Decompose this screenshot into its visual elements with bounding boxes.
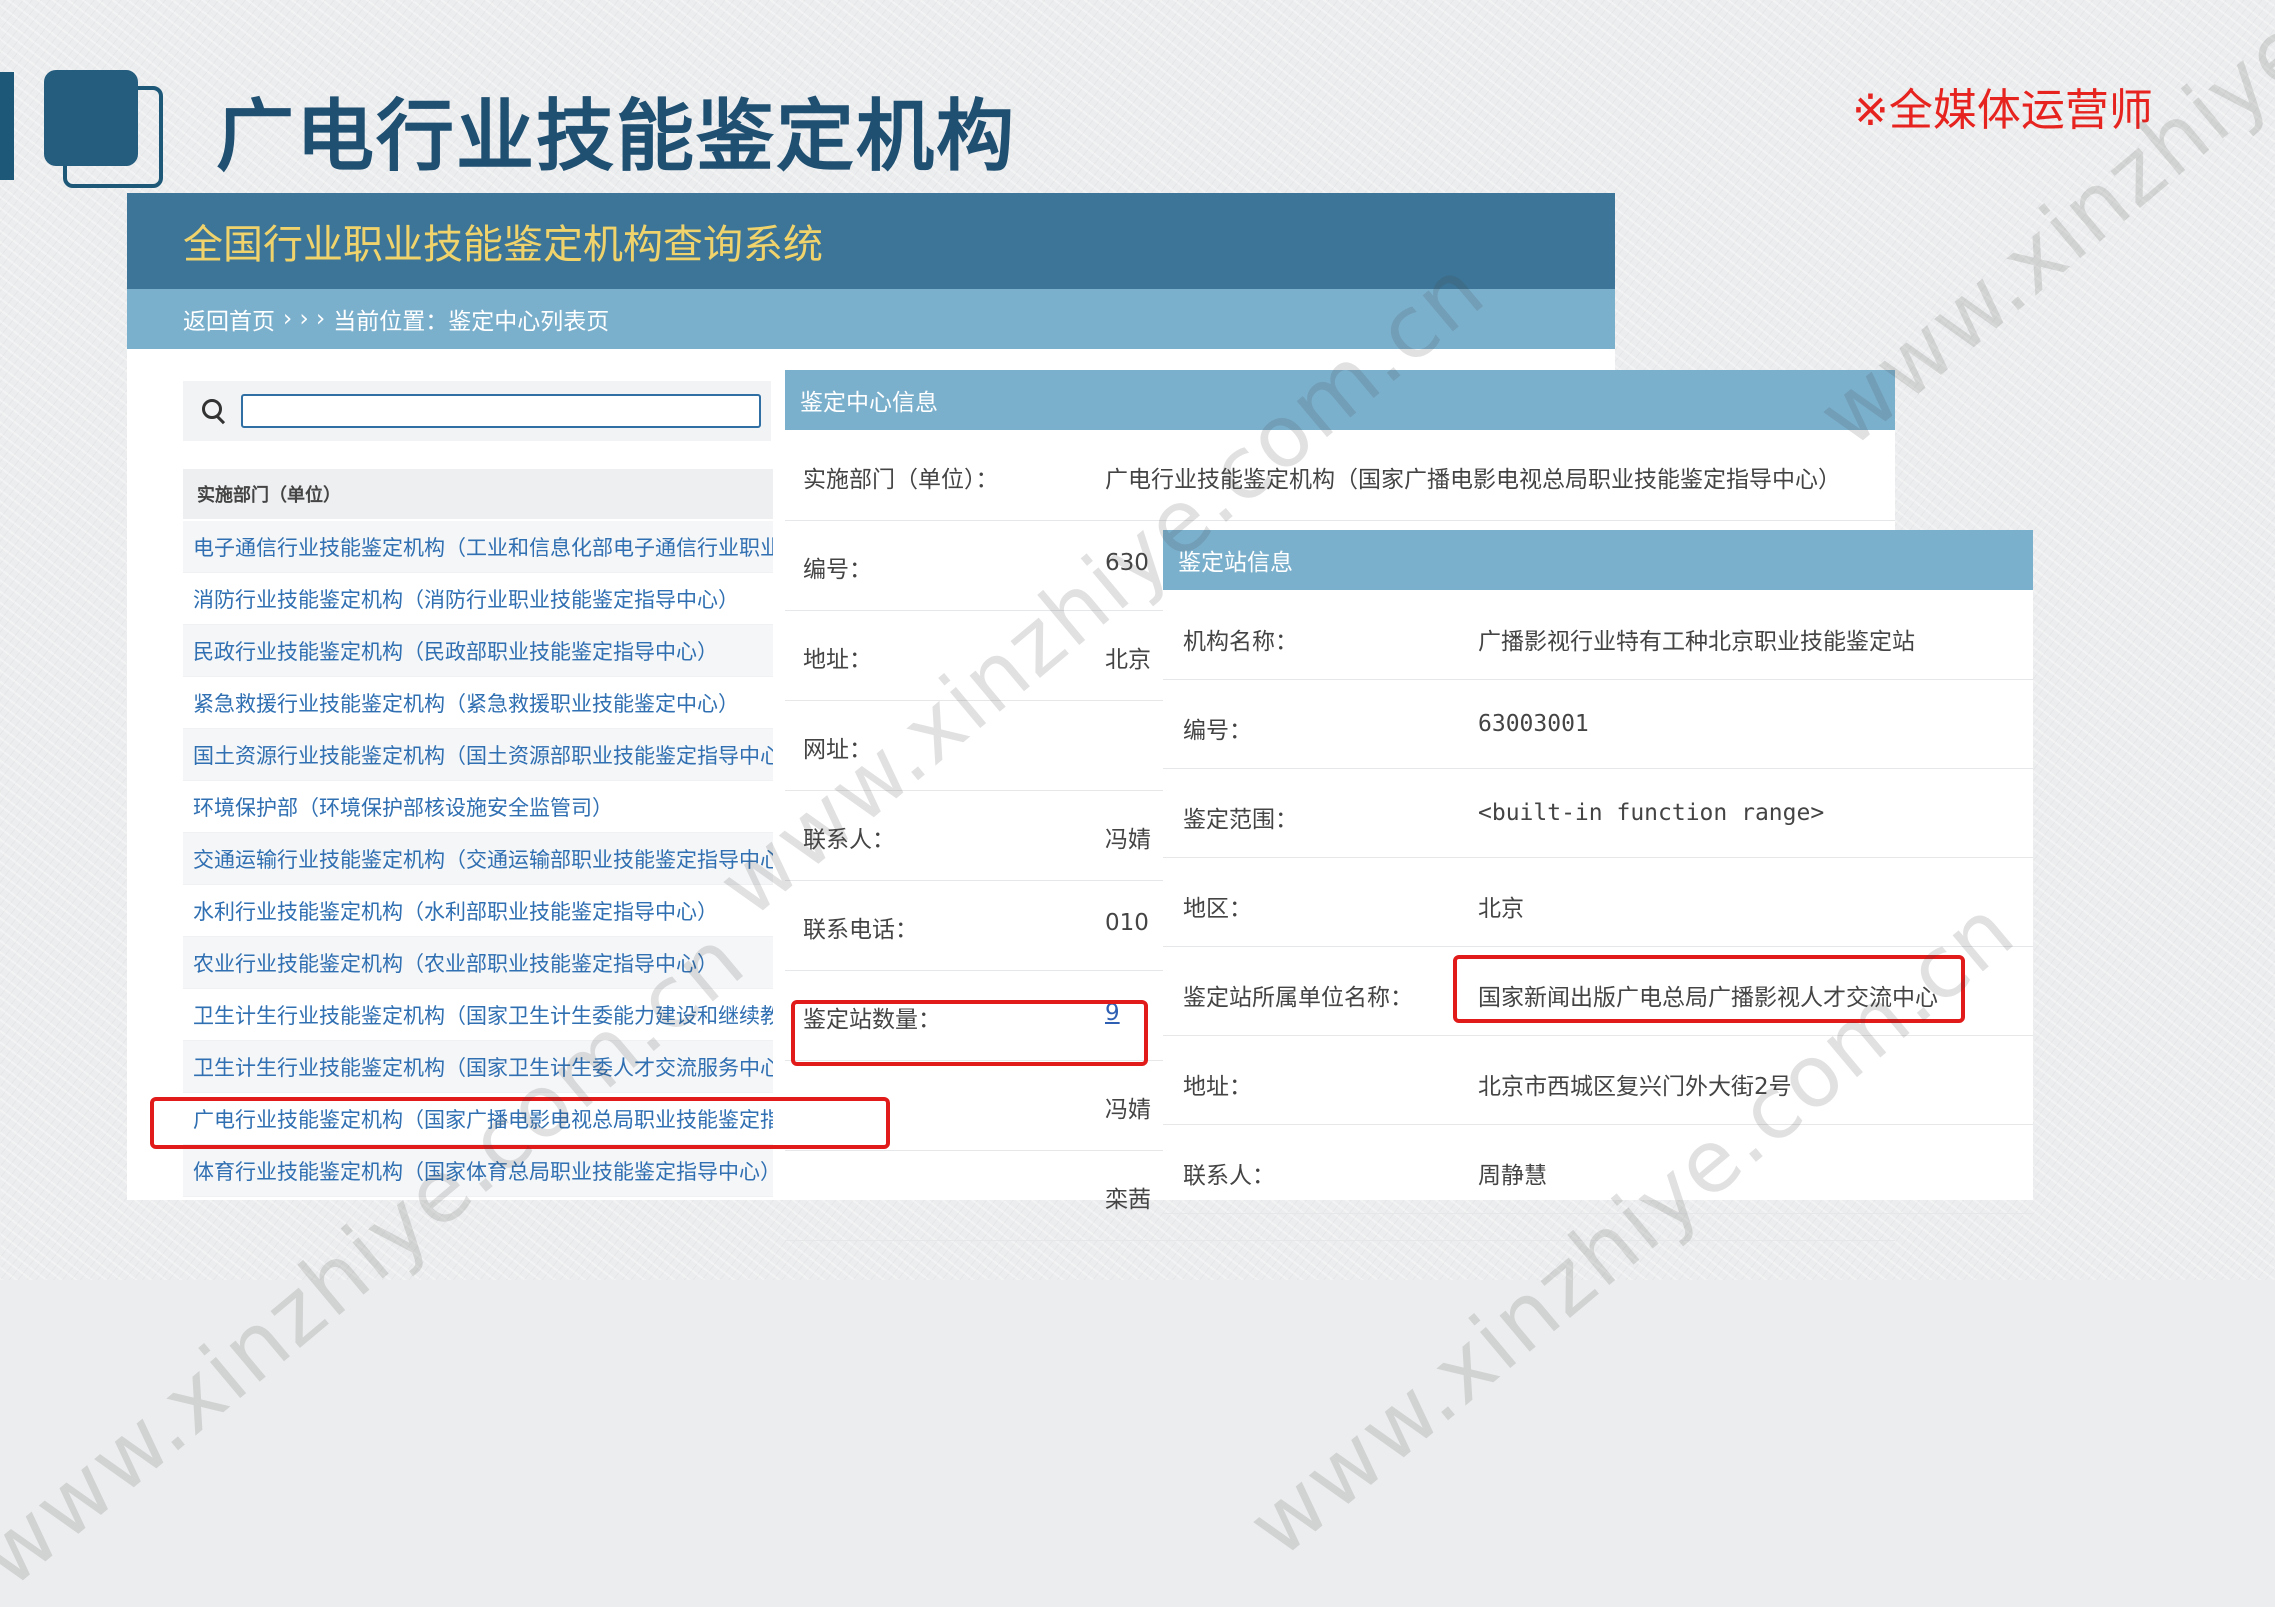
slide-title: 广电行业技能鉴定机构 (216, 92, 1017, 182)
search-bar (183, 381, 771, 441)
system-header: 全国行业职业技能鉴定机构查询系统 (127, 193, 1615, 289)
agency-list-item[interactable]: 民政行业技能鉴定机构（民政部职业技能鉴定指导中心） (183, 625, 773, 677)
station-info-row: 编号： 63003001 (1163, 679, 2033, 769)
agency-list-item[interactable]: 电子通信行业技能鉴定机构（工业和信息化部电子通信行业职业 (183, 521, 773, 573)
station-info-label: 地区： (1183, 896, 1252, 922)
agency-list-item[interactable]: 国土资源行业技能鉴定机构（国土资源部职业技能鉴定指导中心 (183, 729, 773, 781)
system-title: 全国行业职业技能鉴定机构查询系统 (183, 222, 823, 268)
station-info-label: 联系人： (1183, 1163, 1275, 1189)
center-info-value: 北京 (1105, 647, 1151, 673)
course-tag: ※全媒体运营师 (1852, 85, 2153, 136)
station-info-label: 机构名称： (1183, 629, 1298, 655)
center-info-value: 冯婧 (1105, 827, 1151, 853)
agency-list-item[interactable]: 交通运输行业技能鉴定机构（交通运输部职业技能鉴定指导中心 (183, 833, 773, 885)
center-info-label: 编号： (803, 557, 872, 583)
title-decoration-square (44, 70, 138, 166)
center-info-value: 冯婧 (1105, 1097, 1151, 1123)
station-info-header: 鉴定站信息 (1163, 530, 2033, 590)
agency-list-item[interactable]: 环境保护部（环境保护部核设施安全监管司） (183, 781, 773, 833)
breadcrumb-home-link[interactable]: 返回首页 (183, 302, 275, 336)
accent-bar (0, 72, 14, 180)
station-info-value: 63003001 (1478, 711, 1589, 737)
center-info-label: 联系电话： (803, 917, 918, 943)
center-info-label: 实施部门（单位）： (803, 467, 999, 493)
agency-list-item[interactable]: 消防行业技能鉴定机构（消防行业职业技能鉴定指导中心） (183, 573, 773, 625)
search-icon[interactable] (197, 394, 231, 428)
station-info-row: 机构名称： 广播影视行业特有工种北京职业技能鉴定站 (1163, 590, 2033, 680)
breadcrumb-separator: › › › (283, 306, 326, 332)
station-info-value: <built-in function range> (1478, 800, 1825, 826)
station-info-value: 周静慧 (1478, 1163, 1547, 1189)
center-info-value: 010 (1105, 910, 1149, 936)
station-info-row: 鉴定范围： <built-in function range> (1163, 768, 2033, 858)
station-info-value: 广播影视行业特有工种北京职业技能鉴定站 (1478, 629, 1915, 655)
station-info-label: 编号： (1183, 718, 1252, 744)
highlight-box-station-count (791, 1000, 1148, 1066)
center-info-label: 地址： (803, 647, 872, 673)
station-info-panel: 鉴定站信息 机构名称： 广播影视行业特有工种北京职业技能鉴定站编号： 6300300… (1163, 530, 2033, 1214)
breadcrumb-current: 当前位置：鉴定中心列表页 (333, 309, 610, 335)
list-column-header: 实施部门（单位） (183, 469, 773, 519)
station-info-label: 鉴定范围： (1183, 807, 1298, 833)
station-info-value: 北京 (1478, 896, 1524, 922)
station-info-label: 地址： (1183, 1074, 1252, 1100)
center-info-value: 栾茜 (1105, 1187, 1151, 1213)
search-input[interactable] (241, 394, 761, 428)
station-info-row: 地区： 北京 (1163, 857, 2033, 947)
station-info-label: 鉴定站所属单位名称： (1183, 985, 1413, 1011)
agency-list-item[interactable]: 紧急救援行业技能鉴定机构（紧急救援职业技能鉴定中心） (183, 677, 773, 729)
